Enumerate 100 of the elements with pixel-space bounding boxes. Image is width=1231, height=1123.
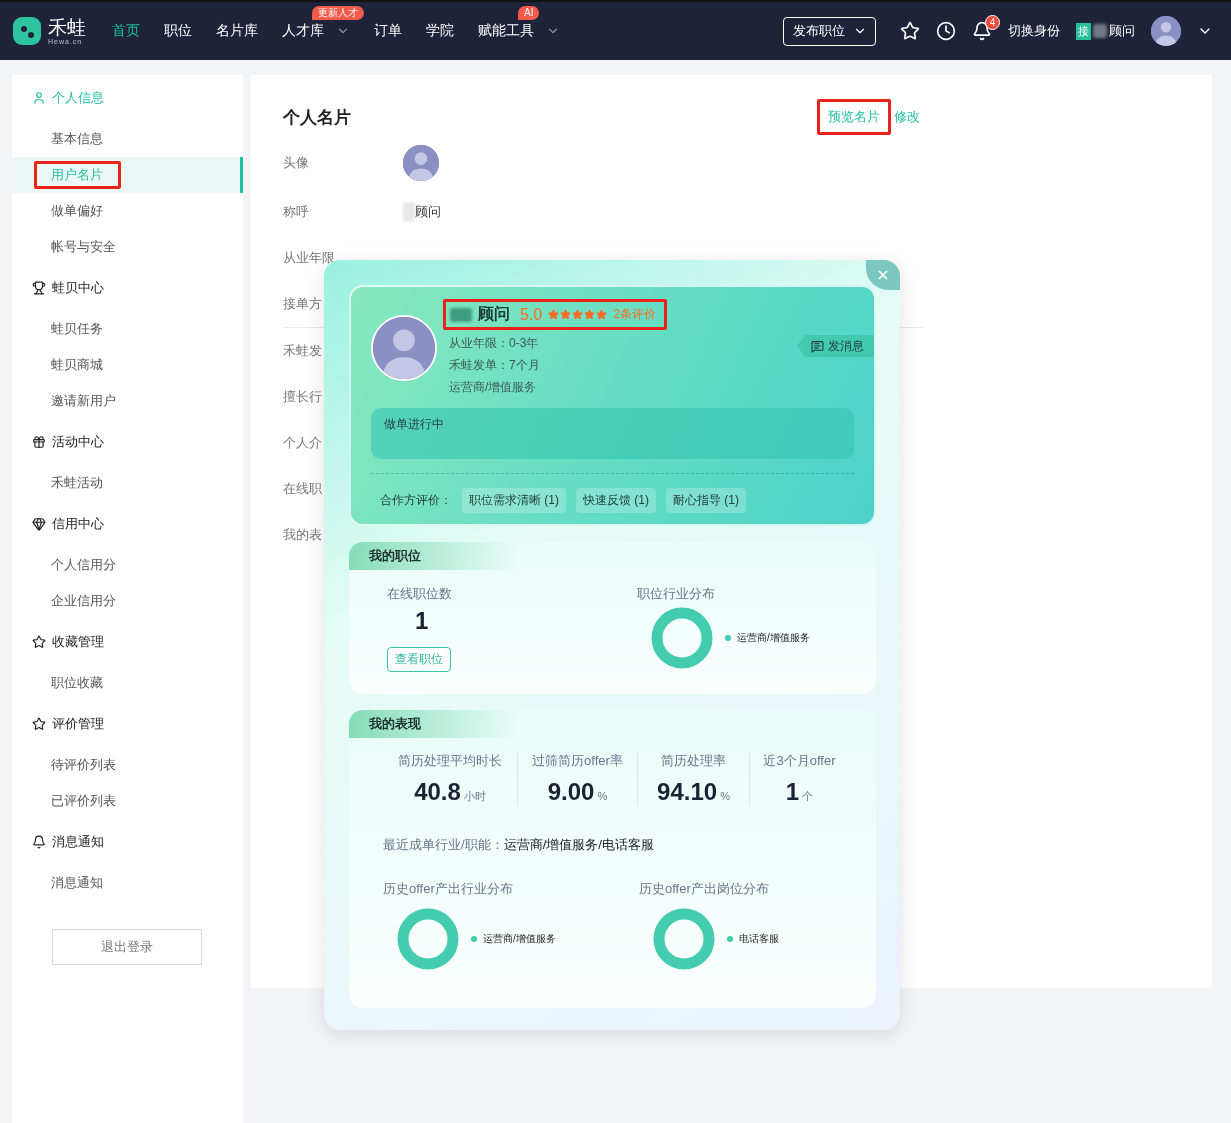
star-button[interactable] <box>900 21 920 41</box>
notification-button[interactable] <box>972 21 992 41</box>
stat-label: 近3个月offer <box>763 752 836 770</box>
history-button[interactable] <box>936 21 956 41</box>
post-job-button[interactable]: 发布职位 <box>783 16 876 46</box>
nav-badge: AI <box>518 6 540 20</box>
user-icon <box>32 91 46 105</box>
sidebar-item[interactable]: 禾蛙活动 <box>12 465 243 501</box>
legend-dot <box>471 936 477 942</box>
sidebar-item[interactable]: 做单偏好 <box>12 193 243 229</box>
sidebar-item[interactable]: 邀请新用户 <box>12 383 243 419</box>
legend-dot <box>725 635 731 641</box>
clock-icon <box>936 21 956 41</box>
star-icon <box>596 309 608 320</box>
donut-chart-drawing <box>397 908 459 970</box>
star-icon <box>560 309 572 320</box>
sidebar-item[interactable]: 企业信用分 <box>12 583 243 619</box>
field-label: 从业年限 <box>283 249 336 267</box>
legend-label: 电话客服 <box>739 932 779 946</box>
user-avatar[interactable] <box>1151 16 1181 46</box>
stat-unit: 个 <box>802 789 814 804</box>
stat-value: 1 <box>415 607 429 635</box>
sidebar-item[interactable]: 蛙贝任务 <box>12 311 243 347</box>
stat-label: 简历处理率 <box>661 752 726 770</box>
status-text: 做单进行中 <box>384 417 444 431</box>
field-label: 头像 <box>283 154 310 172</box>
review-tag: 耐心指导 (1) <box>666 488 746 513</box>
chart-title: 职位行业分布 <box>637 585 715 603</box>
chart-title: 历史offer产出岗位分布 <box>639 880 769 898</box>
stat-label: 简历处理平均时长 <box>398 752 502 770</box>
field-label: 我的表 <box>283 526 323 544</box>
sidebar-group-title[interactable]: 评价管理 <box>52 715 104 733</box>
role-badge: 接 <box>1076 22 1091 40</box>
recent-value: 运营商/增值服务/电话客服 <box>503 836 654 854</box>
field-label: 在线职 <box>283 480 323 498</box>
sidebar-item[interactable]: 蛙贝商城 <box>12 347 243 383</box>
star-icon <box>584 309 596 320</box>
rating-value: 5.0 <box>520 305 543 324</box>
review-label: 合作方评价： <box>380 492 452 509</box>
nav-tab[interactable]: 人才库 <box>282 22 324 40</box>
sidebar-group-title[interactable]: 消息通知 <box>52 833 104 851</box>
profile-detail: 运营商/增值服务 <box>449 379 538 396</box>
diamond-icon <box>32 517 46 531</box>
star-icon <box>900 21 920 41</box>
field-label: 接单方 <box>283 295 323 313</box>
switch-identity-link[interactable]: 切换身份 <box>1008 22 1060 40</box>
gift-icon <box>32 435 46 449</box>
message-button[interactable]: 发消息 <box>797 335 874 357</box>
legend-label: 运营商/增值服务 <box>483 932 556 946</box>
user-name[interactable]: 顾问 <box>1109 22 1135 40</box>
nav-tab[interactable]: 名片库 <box>216 22 258 40</box>
stat-label: 过筛简历offer率 <box>532 752 623 770</box>
field-value: 顾问 <box>415 203 441 221</box>
stat-value: 1 <box>785 778 800 806</box>
review-tag: 快速反馈 (1) <box>576 488 656 513</box>
sidebar-item[interactable]: 职位收藏 <box>12 665 243 701</box>
nav-tab[interactable]: 职位 <box>164 22 192 40</box>
star-icon <box>572 309 584 320</box>
trophy-icon <box>32 281 46 295</box>
bell-icon <box>32 835 46 849</box>
sidebar-group-title[interactable]: 信用中心 <box>52 515 104 533</box>
stat-unit: 小时 <box>463 789 486 804</box>
profile-name: 顾问 <box>478 304 510 324</box>
sidebar-item[interactable]: 消息通知 <box>12 865 243 901</box>
profile-avatar <box>403 145 439 181</box>
star-icon <box>32 635 46 649</box>
field-label: 禾蛙发 <box>283 342 323 360</box>
donut-chart-drawing <box>651 607 713 669</box>
stat-label: 在线职位数 <box>387 585 452 603</box>
stat-unit: % <box>720 790 730 802</box>
stat-value: 40.8 <box>414 778 461 806</box>
nav-tab[interactable]: 赋能工具 <box>478 22 534 40</box>
logo-icon <box>12 16 42 46</box>
section-title: 个人名片 <box>283 106 351 129</box>
chart-title: 历史offer产出行业分布 <box>383 880 513 898</box>
legend-dot <box>727 936 733 942</box>
stat-unit: % <box>597 790 608 802</box>
sidebar-group-title[interactable]: 收藏管理 <box>52 633 104 651</box>
sidebar-item[interactable]: 个人信用分 <box>12 547 243 583</box>
legend-label: 运营商/增值服务 <box>737 631 810 645</box>
nav-badge: 更新人才 <box>312 6 364 20</box>
logout-button[interactable]: 退出登录 <box>52 929 202 965</box>
donut-chart-drawing <box>653 908 715 970</box>
nav-tab[interactable]: 订单 <box>374 22 402 40</box>
recent-label: 最近成单行业/职能： <box>383 836 504 854</box>
nav-tab[interactable]: 学院 <box>426 22 454 40</box>
sidebar-item[interactable]: 基本信息 <box>12 121 243 157</box>
field-label: 个人介 <box>283 434 323 452</box>
close-icon <box>876 268 890 282</box>
sidebar-item[interactable]: 待评价列表 <box>12 747 243 783</box>
sidebar-item[interactable]: 已评价列表 <box>12 783 243 819</box>
logo-name: 禾蛙 <box>48 17 86 38</box>
sidebar-item[interactable]: 帐号与安全 <box>12 229 243 265</box>
field-label: 称呼 <box>283 203 310 221</box>
sidebar-group-title[interactable]: 蛙贝中心 <box>52 279 104 297</box>
profile-detail: 从业年限：0-3年 <box>449 335 540 352</box>
message-icon <box>811 339 824 353</box>
sidebar-group-title[interactable]: 活动中心 <box>52 433 104 451</box>
stat-value: 9.00 <box>547 778 595 806</box>
nav-tab[interactable]: 首页 <box>112 22 140 40</box>
